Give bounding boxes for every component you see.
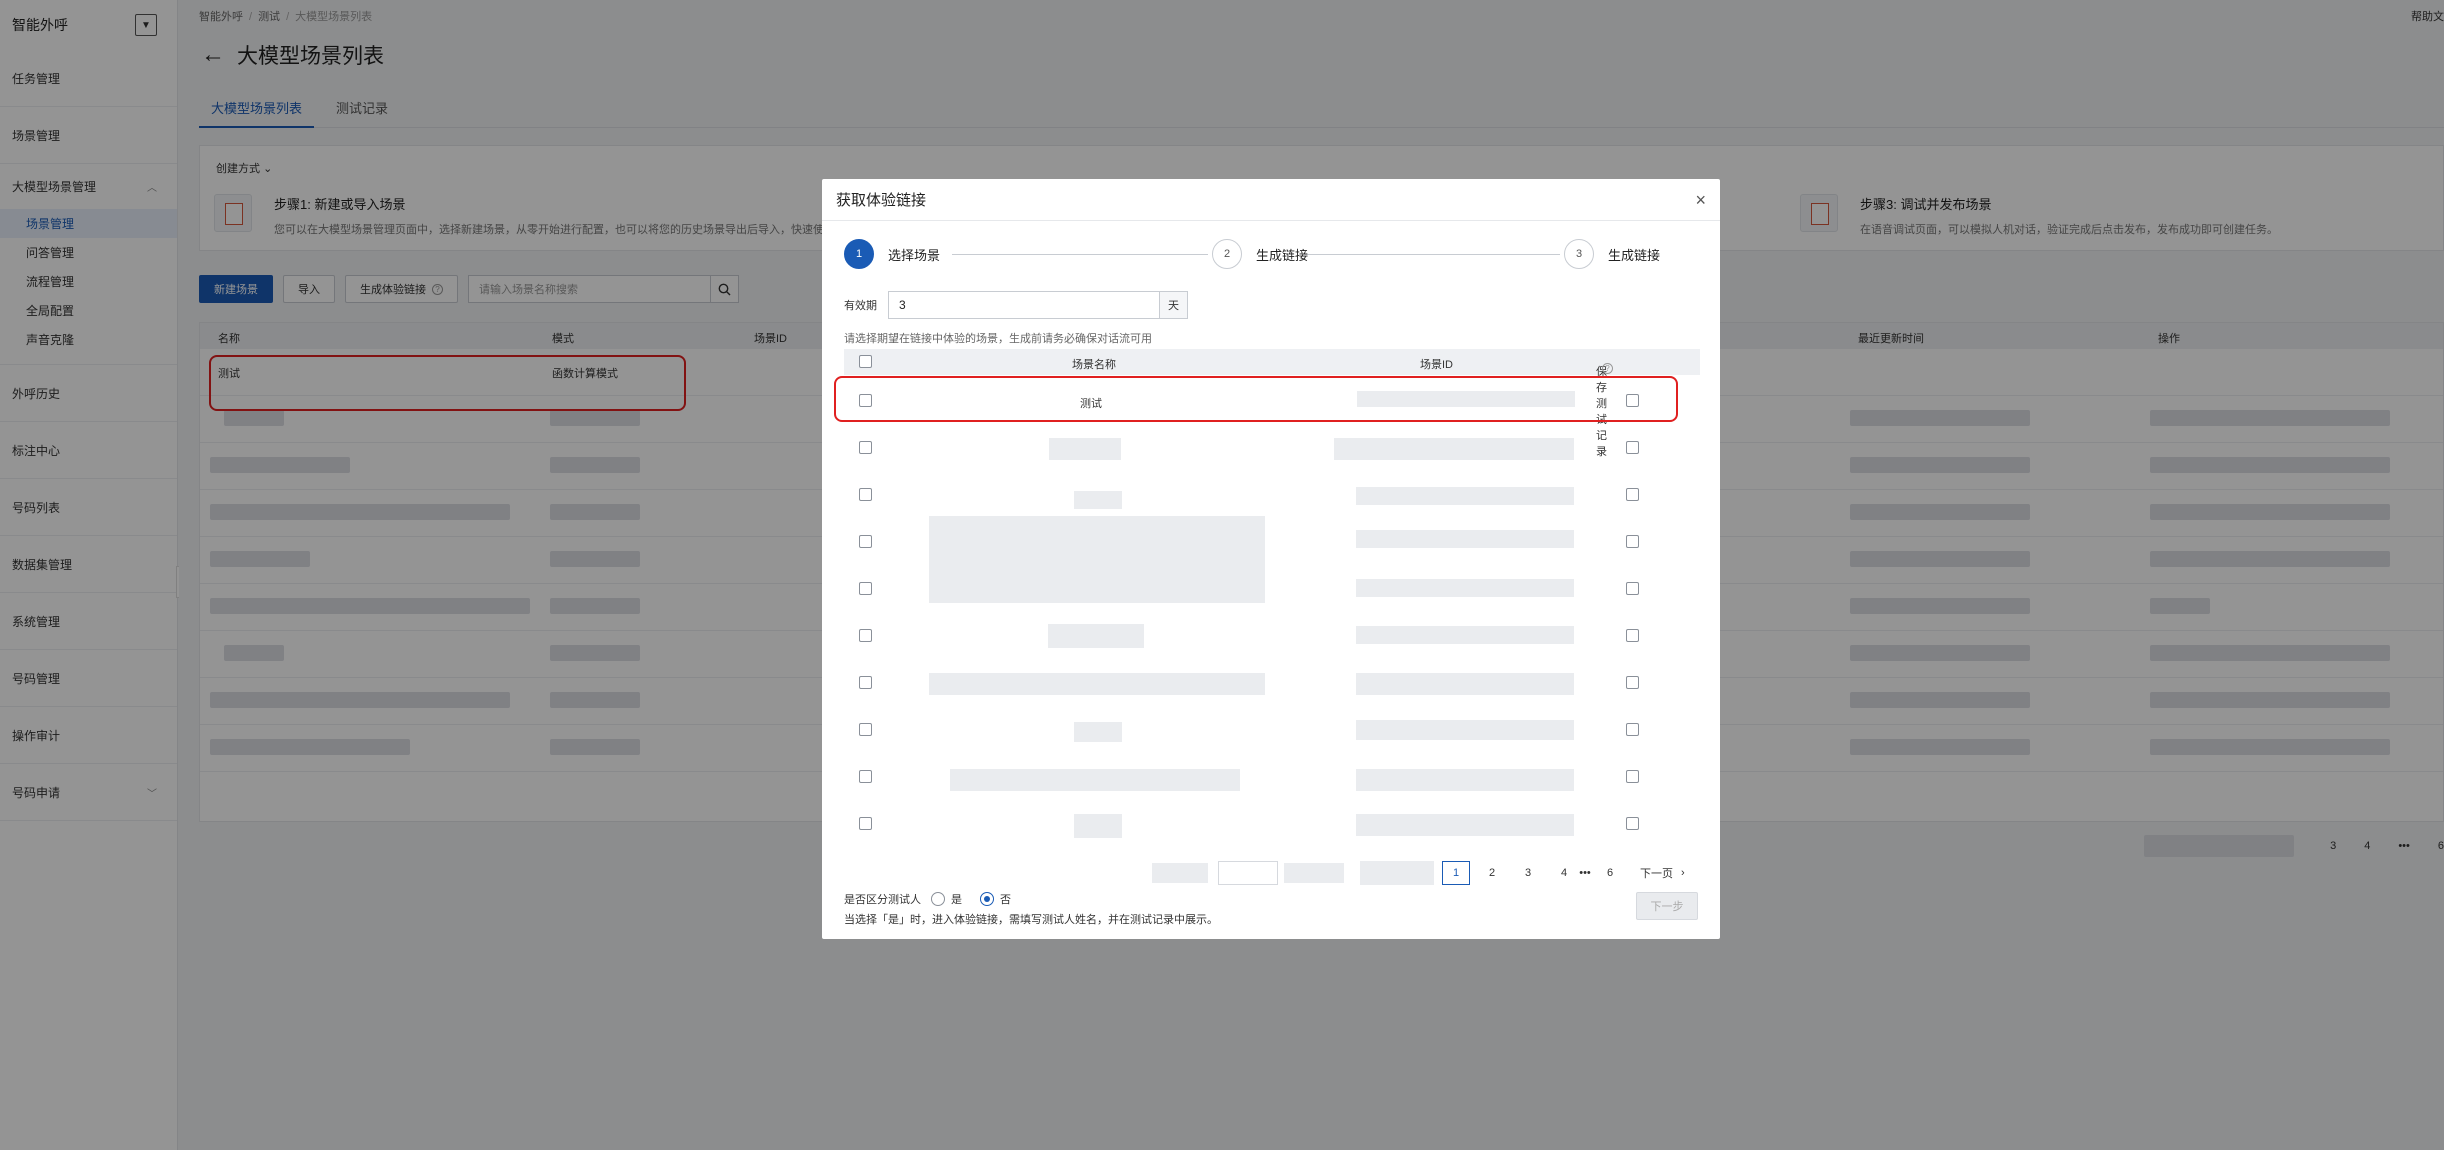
table-row[interactable] [844, 657, 1700, 704]
table-row[interactable] [844, 516, 1700, 563]
save-record-checkbox[interactable] [1626, 582, 1639, 595]
table-header: 场景名称 场景ID 保存测试记录? [844, 349, 1700, 458]
save-record-checkbox[interactable] [1626, 676, 1639, 689]
step-label: 选择场景 [888, 247, 941, 263]
table-row[interactable] [844, 422, 1700, 469]
column-header: 场景名称 [1072, 359, 1116, 371]
table-row[interactable] [844, 704, 1700, 751]
save-record-checkbox[interactable] [1626, 535, 1639, 548]
help-icon: ? [1602, 363, 1613, 374]
page-number[interactable]: 1 [1442, 861, 1470, 885]
table-row[interactable] [844, 563, 1700, 610]
highlight-box [834, 376, 1678, 422]
page-number[interactable]: 4 [1550, 861, 1578, 885]
page-size-select[interactable] [1218, 861, 1278, 885]
step-3: 3 生成链接 [1564, 239, 1660, 269]
table-row[interactable] [844, 610, 1700, 657]
step-connector [952, 254, 1208, 255]
dialog-title: 获取体验链接 [836, 192, 927, 209]
row-checkbox[interactable] [859, 441, 872, 454]
step-label: 生成链接 [1608, 247, 1661, 263]
step-number: 3 [1564, 239, 1594, 269]
scene-select-table: 场景名称 场景ID 保存测试记录? 测试 [844, 349, 1700, 845]
save-record-checkbox[interactable] [1626, 817, 1639, 830]
row-checkbox[interactable] [859, 817, 872, 830]
radio-no[interactable] [980, 892, 994, 906]
stepper: 1 选择场景 2 生成链接 3 生成链接 [844, 239, 1664, 271]
page-number[interactable]: 6 [1596, 861, 1624, 885]
selection-hint: 请选择期望在链接中体验的场景，生成前请务必确保对话流可用 [844, 333, 1152, 345]
row-checkbox[interactable] [859, 582, 872, 595]
save-record-checkbox[interactable] [1626, 770, 1639, 783]
step-connector [1304, 254, 1560, 255]
validity-row: 有效期 3 天 [844, 291, 1188, 319]
row-checkbox[interactable] [859, 535, 872, 548]
row-checkbox[interactable] [859, 676, 872, 689]
next-page-button[interactable]: 下一页 › [1640, 861, 1685, 885]
validity-unit: 天 [1160, 291, 1188, 319]
close-icon[interactable]: × [1695, 191, 1706, 209]
tester-label: 是否区分测试人 [844, 894, 921, 906]
radio-yes[interactable] [931, 892, 945, 906]
chevron-right-icon: › [1681, 867, 1685, 879]
table-row[interactable] [844, 798, 1700, 845]
next-page-label: 下一页 [1640, 868, 1673, 880]
validity-input[interactable]: 3 [888, 291, 1160, 319]
column-header: 场景ID [1420, 359, 1453, 371]
page-number[interactable]: 3 [1514, 861, 1542, 885]
step-2: 2 生成链接 [1212, 239, 1308, 269]
row-checkbox[interactable] [859, 629, 872, 642]
table-row[interactable] [844, 751, 1700, 798]
page-size-label [1152, 863, 1208, 883]
dialog-pagination: 1 2 3 4 ••• 6 下一页 › [1152, 861, 1685, 885]
save-record-checkbox[interactable] [1626, 629, 1639, 642]
step-1: 1 选择场景 [844, 239, 940, 269]
step-number: 1 [844, 239, 874, 269]
prev-page-button[interactable] [1360, 861, 1434, 885]
row-checkbox[interactable] [859, 488, 872, 501]
get-link-dialog: 获取体验链接 × 1 选择场景 2 生成链接 3 生成链接 有效期 3 天 请选… [822, 179, 1720, 939]
select-all-checkbox[interactable] [859, 355, 872, 368]
page-number[interactable]: 2 [1478, 861, 1506, 885]
tester-note: 当选择「是」时，进入体验链接，需填写测试人姓名，并在测试记录中展示。 [844, 914, 1218, 926]
total-count [1284, 863, 1344, 883]
radio-yes-label[interactable]: 是 [951, 891, 962, 907]
step-number: 2 [1212, 239, 1242, 269]
save-record-checkbox[interactable] [1626, 488, 1639, 501]
next-step-button[interactable]: 下一步 [1636, 892, 1698, 920]
validity-label: 有效期 [844, 300, 877, 312]
tester-option: 是否区分测试人 是 否 [844, 891, 1011, 907]
save-record-checkbox[interactable] [1626, 441, 1639, 454]
page-ellipsis[interactable]: ••• [1578, 861, 1592, 885]
step-label: 生成链接 [1256, 247, 1309, 263]
row-checkbox[interactable] [859, 770, 872, 783]
row-checkbox[interactable] [859, 723, 872, 736]
save-record-checkbox[interactable] [1626, 723, 1639, 736]
dialog-header: 获取体验链接 × [822, 179, 1720, 221]
table-row[interactable] [844, 469, 1700, 516]
radio-no-label[interactable]: 否 [1000, 891, 1011, 907]
